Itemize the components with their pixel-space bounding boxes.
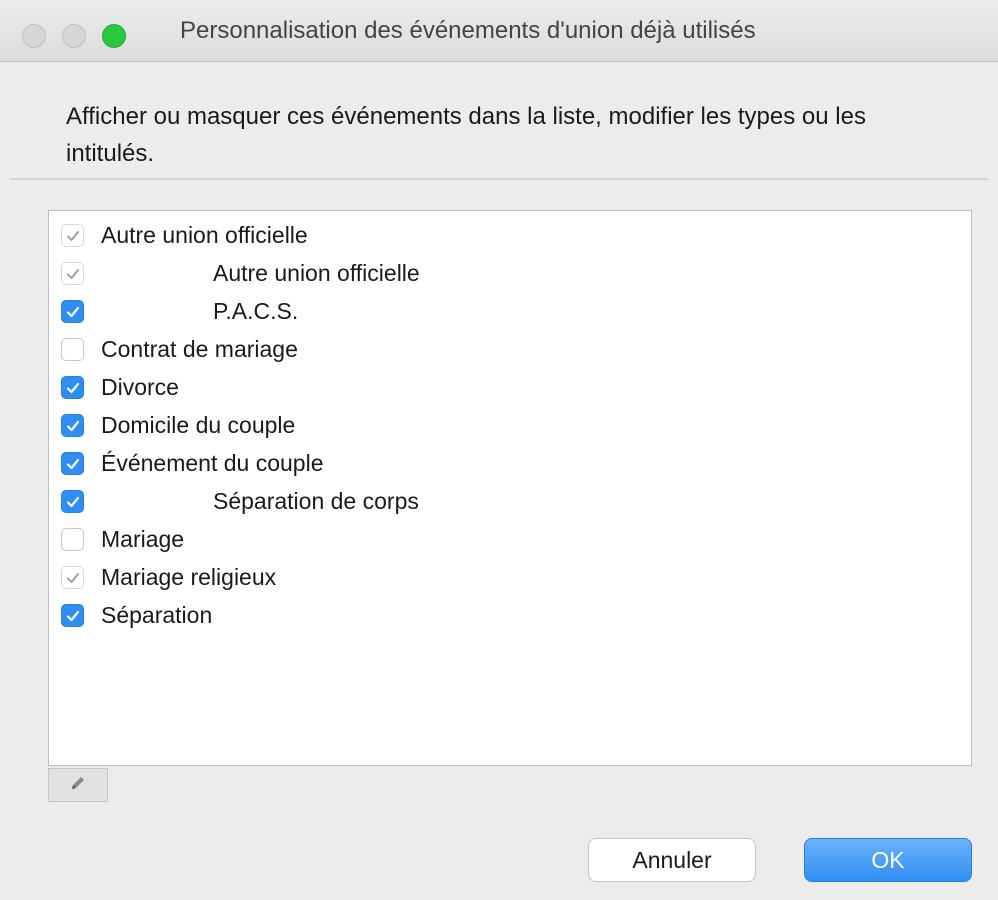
list-item[interactable]: Séparation bbox=[49, 597, 971, 633]
event-label: Séparation bbox=[101, 602, 213, 628]
event-label: Mariage bbox=[101, 526, 185, 552]
list-item[interactable]: P.A.C.S. bbox=[49, 293, 971, 329]
edit-button[interactable] bbox=[48, 768, 108, 802]
event-label: Événement du couple bbox=[101, 450, 324, 476]
divider bbox=[10, 178, 988, 180]
event-checkbox bbox=[61, 224, 84, 247]
event-label: Mariage religieux bbox=[101, 564, 277, 590]
event-label: Autre union officielle bbox=[213, 260, 420, 286]
window-title: Personnalisation des événements d'union … bbox=[180, 17, 756, 44]
event-checkbox[interactable] bbox=[61, 300, 84, 323]
event-checkbox bbox=[61, 566, 84, 589]
close-window-button[interactable] bbox=[22, 24, 46, 48]
list-item[interactable]: Événement du couple bbox=[49, 445, 971, 481]
list-item[interactable]: Autre union officielle bbox=[49, 255, 971, 291]
event-checkbox bbox=[61, 262, 84, 285]
list-item[interactable]: Domicile du couple bbox=[49, 407, 971, 443]
event-label: Contrat de mariage bbox=[101, 336, 298, 362]
event-checkbox[interactable] bbox=[61, 528, 84, 551]
event-label: P.A.C.S. bbox=[213, 298, 299, 324]
cancel-button[interactable]: Annuler bbox=[588, 838, 756, 882]
list-item[interactable]: Autre union officielle bbox=[49, 217, 971, 253]
event-label: Autre union officielle bbox=[101, 222, 308, 248]
event-checkbox[interactable] bbox=[61, 376, 84, 399]
list-item[interactable]: Mariage bbox=[49, 521, 971, 557]
event-checkbox[interactable] bbox=[61, 338, 84, 361]
instruction-text: Afficher ou masquer ces événements dans … bbox=[66, 103, 866, 167]
event-checkbox[interactable] bbox=[61, 452, 84, 475]
ok-button[interactable]: OK bbox=[804, 838, 972, 882]
zoom-window-button[interactable] bbox=[102, 24, 126, 48]
list-item[interactable]: Mariage religieux bbox=[49, 559, 971, 595]
list-item[interactable]: Séparation de corps bbox=[49, 483, 971, 519]
event-checkbox[interactable] bbox=[61, 414, 84, 437]
pencil-icon bbox=[68, 773, 88, 798]
event-checkbox[interactable] bbox=[61, 604, 84, 627]
event-list[interactable]: Autre union officielle Autre union offici… bbox=[48, 210, 972, 766]
event-label: Séparation de corps bbox=[213, 488, 419, 514]
event-label: Domicile du couple bbox=[101, 412, 296, 438]
event-label: Divorce bbox=[101, 374, 179, 400]
dialog-window: Personnalisation des événements d'union … bbox=[0, 0, 998, 900]
title-bar: Personnalisation des événements d'union … bbox=[0, 0, 998, 62]
list-item[interactable]: Divorce bbox=[49, 369, 971, 405]
list-item[interactable]: Contrat de mariage bbox=[49, 331, 971, 367]
minimize-window-button[interactable] bbox=[62, 24, 86, 48]
event-checkbox[interactable] bbox=[61, 490, 84, 513]
